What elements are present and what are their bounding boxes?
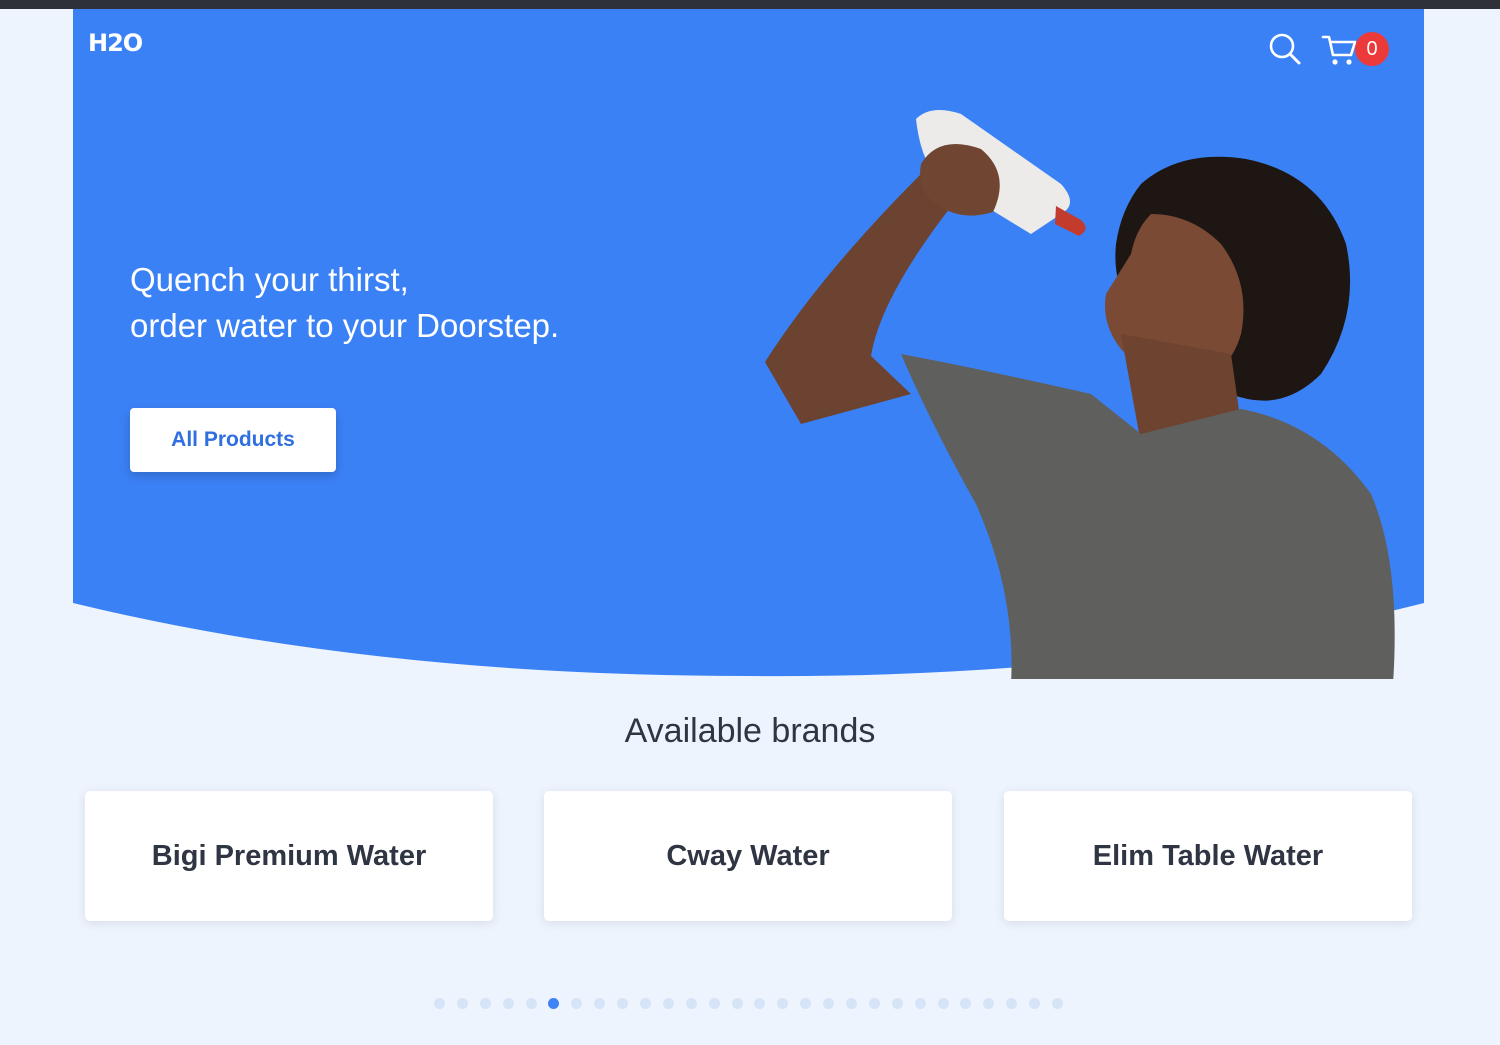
browser-top-bar	[0, 0, 1500, 9]
h2o-logo[interactable]: H2O	[88, 29, 143, 57]
carousel-dot[interactable]	[846, 998, 858, 1009]
carousel-dot[interactable]	[594, 998, 606, 1009]
carousel-dot[interactable]	[525, 998, 537, 1009]
carousel-dot[interactable]	[479, 998, 491, 1009]
carousel-dot[interactable]	[456, 998, 468, 1009]
cart-button[interactable]: 0	[1321, 27, 1393, 71]
logo-text: H2O	[88, 29, 143, 57]
carousel-dot[interactable]	[640, 998, 652, 1009]
headline-line-1: Quench your thirst,	[130, 261, 409, 298]
carousel-dot[interactable]	[937, 998, 949, 1009]
headline-line-2: order water to your Doorstep.	[130, 307, 560, 344]
carousel-dot[interactable]	[731, 998, 743, 1009]
carousel-dot[interactable]	[1029, 998, 1041, 1009]
carousel-dot[interactable]	[777, 998, 789, 1009]
carousel-dot[interactable]	[617, 998, 629, 1009]
carousel-dot[interactable]	[434, 998, 445, 1009]
carousel-dot[interactable]	[1006, 998, 1018, 1009]
carousel-dot[interactable]	[502, 998, 514, 1009]
hero-banner: H2O 0 Quench your thirst, order water to…	[73, 9, 1424, 679]
cart-icon	[1321, 35, 1357, 65]
carousel-pagination	[434, 998, 1075, 1010]
carousel-dot[interactable]	[960, 998, 972, 1009]
carousel-dot[interactable]	[685, 998, 697, 1009]
cart-count-badge: 0	[1355, 32, 1389, 66]
carousel-dot[interactable]	[914, 998, 926, 1009]
brand-card-cway[interactable]: Cway Water	[544, 791, 952, 921]
carousel-dot[interactable]	[891, 998, 903, 1009]
brand-name: Cway Water	[666, 839, 830, 872]
carousel-dot[interactable]	[548, 998, 560, 1009]
all-products-button[interactable]: All Products	[130, 408, 336, 472]
carousel-dot[interactable]	[662, 998, 674, 1009]
carousel-dot[interactable]	[1052, 998, 1064, 1009]
brands-section-title: Available brands	[624, 712, 876, 750]
carousel-dot[interactable]	[823, 998, 835, 1009]
carousel-dot[interactable]	[983, 998, 995, 1009]
hero-person-image	[765, 110, 1395, 679]
brand-card-elim[interactable]: Elim Table Water	[1004, 791, 1412, 921]
brand-card-bigi[interactable]: Bigi Premium Water	[85, 791, 493, 921]
carousel-dot[interactable]	[571, 998, 583, 1009]
search-icon[interactable]	[1266, 31, 1304, 69]
brand-name: Bigi Premium Water	[151, 839, 427, 872]
carousel-dot[interactable]	[868, 998, 880, 1009]
carousel-dot[interactable]	[754, 998, 766, 1009]
brand-name: Elim Table Water	[1092, 839, 1324, 872]
hero-headline: Quench your thirst, order water to your …	[130, 257, 559, 349]
carousel-dot[interactable]	[708, 998, 720, 1009]
carousel-dot[interactable]	[800, 998, 812, 1009]
